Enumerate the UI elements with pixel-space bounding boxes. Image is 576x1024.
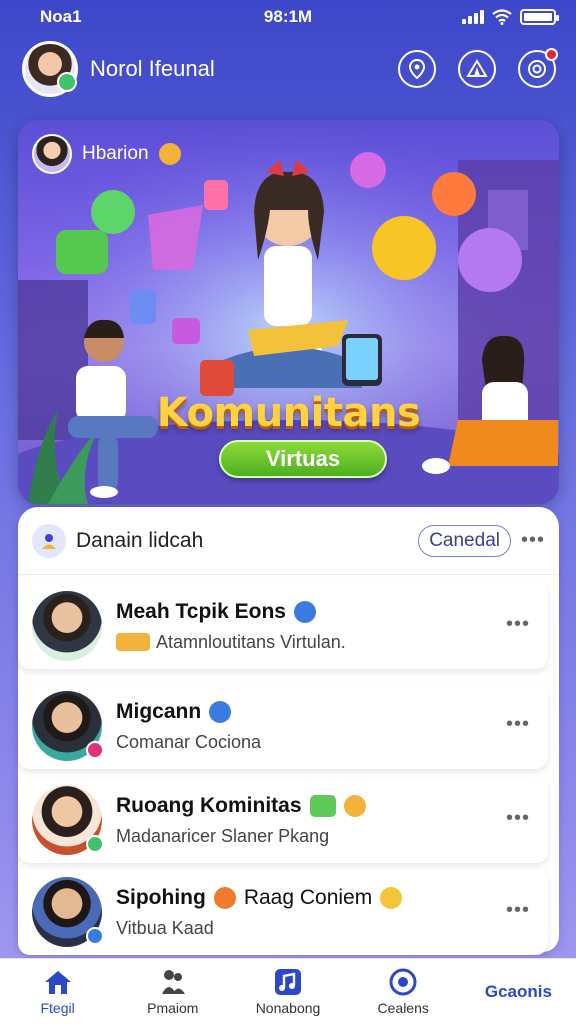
- list-item-text: Meah Tcpik Eons Atamnloutitans Virtulan.: [116, 600, 534, 653]
- list-item-subtitle: Madanaricer Slaner Pkang: [116, 825, 330, 846]
- cancel-button[interactable]: Canedal: [418, 524, 511, 557]
- game-icon: [309, 794, 336, 817]
- header-title: Norol Ifeunal: [90, 56, 215, 81]
- list-item-subtitle: Atamnloutitans Virtulan.: [116, 632, 534, 653]
- list-item-text: Ruoang Kominitas Madanaricer Slaner Pkan…: [116, 794, 534, 847]
- list-item-name: Migcann: [116, 700, 534, 724]
- list-item[interactable]: Ruoang Kominitas Madanaricer Slaner Pkan…: [18, 777, 548, 863]
- signal-icon: [462, 10, 484, 24]
- heart-icon: [343, 794, 366, 817]
- chat-emoji-icon: [213, 886, 236, 909]
- tab-label: Ftegil: [40, 999, 75, 1016]
- list-item[interactable]: Migcann Comanar Cociona •••: [18, 683, 548, 769]
- list-item-subtitle: Comanar Cociona: [116, 731, 262, 752]
- status-badge: [86, 927, 104, 945]
- music-icon: [273, 968, 303, 996]
- location-button[interactable]: [398, 50, 436, 88]
- list-item-name: Sipohing Raag Coniem: [116, 886, 534, 910]
- tab-more[interactable]: Gcaonis: [461, 982, 576, 1002]
- people-icon: [158, 968, 188, 996]
- list-item[interactable]: Sipohing Raag Coniem Vitbua Kaad •••: [18, 869, 548, 955]
- hero-banner[interactable]: Hbarion Komunitans Virtuas: [18, 120, 559, 504]
- verified-icon: [293, 600, 316, 623]
- tab-music[interactable]: Nonabong: [230, 968, 345, 1016]
- list-title: Danain lidcah: [76, 528, 204, 552]
- tags-icon: [116, 633, 150, 651]
- list-item-name: Meah Tcpik Eons: [116, 600, 534, 624]
- community-button[interactable]: [458, 50, 496, 88]
- heart-emoji-icon: [158, 143, 181, 165]
- bottom-tab-bar: Ftegil Pmaiom Nonabong Cealens Gcaonis: [0, 958, 576, 1024]
- tab-home[interactable]: Ftegil: [0, 968, 115, 1016]
- chat-icon: [388, 968, 418, 996]
- avatar: [32, 785, 104, 855]
- list-item-text: Migcann Comanar Cociona: [116, 700, 534, 753]
- tab-label: Cealens: [377, 999, 429, 1016]
- smile-emoji-icon: [380, 886, 403, 909]
- status-badge: [86, 835, 104, 853]
- tab-chat[interactable]: Cealens: [346, 968, 461, 1016]
- avatar: [32, 591, 102, 661]
- status-bar: Noa1 98:1M: [0, 0, 576, 34]
- carrier-label: Noa1: [40, 7, 82, 26]
- hero-user-name: Hbarion: [82, 143, 149, 164]
- profile-avatar[interactable]: [22, 41, 78, 97]
- header-actions: [398, 48, 558, 88]
- tab-people[interactable]: Pmaiom: [115, 968, 230, 1016]
- status-badge: [86, 741, 104, 759]
- list-item-text: Sipohing Raag Coniem Vitbua Kaad: [116, 886, 534, 939]
- app-header: Norol Ifeunal: [0, 34, 576, 104]
- status-icons: [462, 9, 559, 25]
- tent-icon: [466, 59, 488, 77]
- home-icon: [43, 968, 73, 996]
- hero-user[interactable]: Hbarion: [32, 134, 181, 174]
- wifi-icon: [492, 9, 512, 25]
- hero-badge-button[interactable]: Virtuas: [219, 440, 387, 478]
- list-item-subtitle: Vitbua Kaad: [116, 917, 214, 938]
- globe-icon: [209, 700, 232, 723]
- hero-user-avatar: [32, 134, 72, 174]
- item-more-icon[interactable]: •••: [506, 807, 530, 830]
- battery-icon: [520, 9, 559, 25]
- list-header: Danain lidcah Canedal •••: [18, 507, 559, 575]
- community-list: Danain lidcah Canedal ••• Meah Tcpik Eon…: [18, 507, 559, 955]
- tab-label: Gcaonis: [484, 981, 552, 1001]
- list-item[interactable]: Meah Tcpik Eons Atamnloutitans Virtulan.…: [18, 583, 548, 669]
- item-more-icon[interactable]: •••: [506, 713, 530, 736]
- hero-title: Komunitans: [156, 390, 421, 436]
- tab-label: Pmaiom: [147, 999, 199, 1016]
- user-group-icon: [32, 523, 66, 558]
- avatar: [32, 691, 104, 761]
- notifications-button[interactable]: [518, 48, 558, 88]
- tab-label: Nonabong: [255, 999, 321, 1016]
- target-icon: [528, 60, 546, 78]
- item-more-icon[interactable]: •••: [506, 899, 530, 922]
- location-pin-icon: [408, 59, 426, 79]
- notification-dot: [545, 48, 558, 61]
- list-item-name: Ruoang Kominitas: [116, 794, 534, 818]
- item-more-icon[interactable]: •••: [506, 613, 530, 636]
- list-more-icon[interactable]: •••: [521, 529, 545, 552]
- avatar: [32, 877, 104, 947]
